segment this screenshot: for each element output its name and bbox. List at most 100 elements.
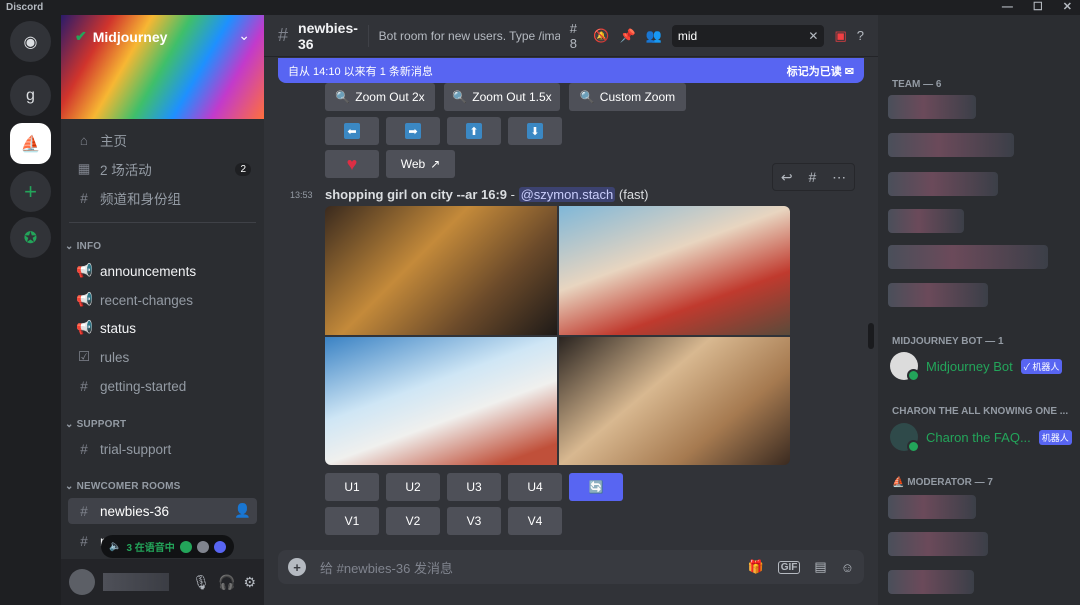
headphones-icon[interactable]: 🎧 — [218, 574, 235, 591]
threads-icon[interactable]: # 8 — [570, 21, 584, 51]
divider — [69, 222, 256, 223]
invite-icon[interactable]: 👤 — [234, 503, 251, 519]
search-input[interactable]: mid ✕ — [671, 24, 825, 47]
chevron-down-icon[interactable]: ⌄ — [238, 27, 250, 44]
scrollbar[interactable] — [868, 323, 874, 349]
pan-up-button[interactable]: ⬆ — [447, 117, 501, 145]
microphone-icon[interactable]: 🎙 — [192, 574, 210, 591]
mark-read-button[interactable]: 标记为已读 ✉ — [787, 63, 854, 79]
channel-announcements[interactable]: 📢 announcements — [68, 258, 257, 284]
mute-bell-icon[interactable]: 🔕 — [593, 28, 609, 44]
avatar[interactable] — [69, 569, 95, 595]
channel-rules[interactable]: ☑ rules — [68, 344, 257, 370]
generated-image-4[interactable] — [558, 336, 790, 465]
member-blurred[interactable] — [888, 95, 976, 119]
help-icon[interactable]: ? — [857, 28, 864, 43]
gif-button[interactable]: GIF — [777, 560, 801, 574]
title-bar: Discord — ☐ ✕ — [0, 0, 1080, 15]
custom-zoom-button[interactable]: 🔍 Custom Zoom — [569, 83, 686, 111]
member-blurred[interactable] — [888, 209, 964, 233]
channel-getting-started[interactable]: # getting-started — [68, 373, 257, 399]
upscale-1-button[interactable]: U1 — [325, 473, 379, 501]
channel-trial-support[interactable]: # trial-support — [68, 436, 257, 462]
member-charon[interactable]: Charon the FAQ... 机器人 — [890, 423, 1072, 453]
reply-icon[interactable]: ↩ — [781, 169, 793, 186]
explore-icon[interactable]: ✪ — [10, 217, 51, 258]
close-button[interactable]: ✕ — [1063, 0, 1072, 15]
member-midjourney-bot[interactable]: Midjourney Bot ✓ 机器人 — [890, 352, 1063, 382]
generated-image-3[interactable] — [325, 336, 557, 465]
server-midjourney[interactable]: ⛵ — [10, 123, 51, 164]
team-category: TEAM — 6 — [892, 79, 942, 90]
megaphone-icon: 📢 — [76, 263, 93, 278]
generated-image-1[interactable] — [325, 206, 557, 335]
clear-search-icon[interactable]: ✕ — [808, 29, 818, 43]
member-blurred[interactable] — [888, 245, 1048, 269]
message-composer[interactable]: + 给 #newbies-36 发消息 🎁 GIF ▤ ☺ — [278, 550, 864, 584]
sail-icon: ⛵ — [892, 477, 905, 488]
channel-newbies-36[interactable]: # newbies-36 👤 — [68, 498, 257, 524]
emoji-icon[interactable]: ☺ — [841, 560, 854, 575]
pin-icon[interactable]: 📌 — [619, 28, 635, 44]
external-link-icon: ↗ — [430, 157, 441, 171]
channel-topic[interactable]: Bot room for new users. Type /imagine th… — [379, 29, 560, 43]
member-blurred[interactable] — [888, 133, 1014, 157]
nav-home[interactable]: ⌂ 主页 — [68, 127, 257, 153]
channel-label: status — [100, 320, 137, 336]
nav-label: 频道和身份组 — [100, 192, 181, 207]
pan-right-button[interactable]: ➡ — [386, 117, 440, 145]
variation-2-button[interactable]: V2 — [386, 507, 440, 535]
nav-channels-roles[interactable]: # 频道和身份组 — [68, 185, 257, 211]
more-icon[interactable]: ⋯ — [832, 169, 846, 186]
zoom-out-1.5x-button[interactable]: 🔍 Zoom Out 1.5x — [444, 83, 560, 111]
minimize-button[interactable]: — — [1002, 0, 1013, 15]
button-label: V3 — [466, 514, 482, 528]
member-blurred[interactable] — [888, 570, 974, 594]
maximize-button[interactable]: ☐ — [1033, 0, 1043, 15]
category-info[interactable]: ⌄ INFO — [65, 241, 101, 252]
member-blurred[interactable] — [888, 532, 988, 556]
pan-down-button[interactable]: ⬇ — [508, 117, 562, 145]
upscale-4-button[interactable]: U4 — [508, 473, 562, 501]
variation-3-button[interactable]: V3 — [447, 507, 501, 535]
sticker-icon[interactable]: ▤ — [814, 559, 826, 575]
screen-share-icon[interactable]: ▣ — [834, 28, 846, 44]
thread-icon[interactable]: # — [808, 169, 816, 185]
variation-1-button[interactable]: V1 — [325, 507, 379, 535]
web-button[interactable]: Web ↗ — [386, 150, 455, 178]
member-blurred[interactable] — [888, 495, 976, 519]
channel-status[interactable]: 📢 status — [68, 315, 257, 341]
upscale-2-button[interactable]: U2 — [386, 473, 440, 501]
button-label: U4 — [527, 480, 543, 494]
button-label: Zoom Out 2x — [355, 90, 425, 104]
members-icon[interactable]: 👥 — [646, 28, 662, 44]
category-support[interactable]: ⌄ SUPPORT — [65, 419, 126, 430]
reroll-button[interactable]: 🔄 — [569, 473, 623, 501]
zoom-out-2x-button[interactable]: 🔍 Zoom Out 2x — [325, 83, 435, 111]
server-g[interactable]: g — [10, 75, 51, 116]
category-newcomer[interactable]: ⌄ NEWCOMER ROOMS — [65, 481, 180, 492]
nav-events[interactable]: ▦ 2 场活动 2 — [68, 156, 257, 182]
server-banner[interactable]: ✔ Midjourney ⌄ — [61, 15, 264, 119]
generated-image-2[interactable] — [558, 206, 790, 335]
add-attachment-icon[interactable]: + — [288, 558, 306, 576]
variation-4-button[interactable]: V4 — [508, 507, 562, 535]
heart-icon: ♥ — [346, 153, 358, 174]
discord-home-icon[interactable]: ◉ — [10, 21, 51, 62]
add-server-icon[interactable]: + — [10, 171, 51, 212]
user-mention[interactable]: @szymon.stach — [518, 187, 616, 202]
member-blurred[interactable] — [888, 172, 998, 196]
favorite-button[interactable]: ♥ — [325, 150, 379, 178]
pan-left-button[interactable]: ⬅ — [325, 117, 379, 145]
gift-icon[interactable]: 🎁 — [748, 559, 764, 575]
new-messages-bar[interactable]: 自从 14:10 以来有 1 条新消息 标记为已读 ✉ — [278, 58, 864, 83]
mark-read-label: 标记为已读 — [786, 65, 842, 78]
upscale-3-button[interactable]: U3 — [447, 473, 501, 501]
message-actions: ↩ # ⋯ — [772, 163, 855, 191]
gear-icon[interactable]: ⚙ — [243, 574, 256, 591]
channel-recent-changes[interactable]: 📢 recent-changes — [68, 287, 257, 313]
voice-activity-pill[interactable]: 🔈 3 在语音中 — [101, 535, 234, 558]
message-input[interactable]: 给 #newbies-36 发消息 — [320, 558, 453, 577]
member-blurred[interactable] — [888, 283, 988, 307]
image-grid[interactable] — [325, 206, 790, 465]
